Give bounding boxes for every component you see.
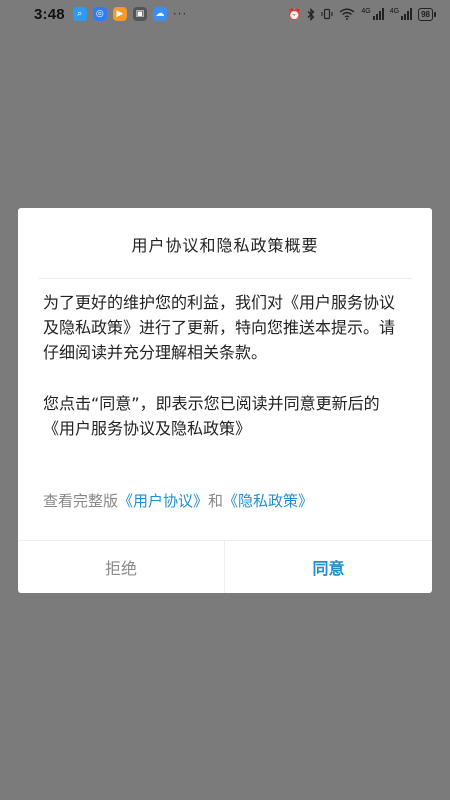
agree-button[interactable]: 同意	[225, 541, 432, 593]
status-bar: 3:48 ⌕ ◎ ▶ ▣ ☁ ··· ⏰ 4G 4G 98	[0, 0, 450, 28]
robot-app-icon: ▣	[132, 7, 147, 21]
search-app-icon: ⌕	[72, 7, 87, 21]
alarm-icon: ⏰	[287, 7, 302, 21]
status-bar-left: 3:48 ⌕ ◎ ▶ ▣ ☁ ···	[34, 6, 187, 23]
status-bar-right: ⏰ 4G 4G 98	[288, 7, 436, 21]
privacy-policy-link[interactable]: 《隐私政策》	[223, 492, 313, 510]
compass-app-icon: ◎	[92, 7, 107, 21]
links-prefix: 查看完整版	[43, 492, 119, 510]
dialog-body: 为了更好的维护您的利益，我们对《用户服务协议及隐私政策》进行了更新，特向您推送本…	[43, 290, 407, 441]
agreement-dialog: 用户协议和隐私政策概要 为了更好的维护您的利益，我们对《用户服务协议及隐私政策》…	[18, 208, 432, 593]
more-notifications-icon: ···	[172, 7, 188, 21]
links-and: 和	[208, 492, 224, 510]
video-app-icon: ▶	[112, 7, 127, 21]
bluetooth-icon	[307, 7, 315, 21]
battery-icon: 98	[418, 7, 436, 21]
consent-notice-text: 您点击“同意”，即表示您已阅读并同意更新后的 《用户服务协议及隐私政策》	[43, 394, 380, 438]
signal-2-icon: 4G	[390, 8, 413, 20]
signal-1-icon: 4G	[361, 8, 384, 20]
user-agreement-link[interactable]: 《用户协议》	[118, 492, 208, 510]
wifi-icon	[339, 7, 355, 21]
reject-button[interactable]: 拒绝	[18, 541, 224, 593]
title-divider	[38, 278, 412, 279]
cloud-app-icon: ☁	[152, 7, 167, 21]
dialog-title: 用户协议和隐私政策概要	[131, 236, 319, 255]
full-version-links: 查看完整版《用户协议》和《隐私政策》	[43, 490, 313, 511]
status-time: 3:48	[34, 5, 65, 23]
battery-level: 98	[418, 7, 433, 21]
vibrate-icon	[321, 7, 333, 21]
update-notice-text: 为了更好的维护您的利益，我们对《用户服务协议及隐私政策》进行了更新，特向您推送本…	[43, 293, 396, 362]
